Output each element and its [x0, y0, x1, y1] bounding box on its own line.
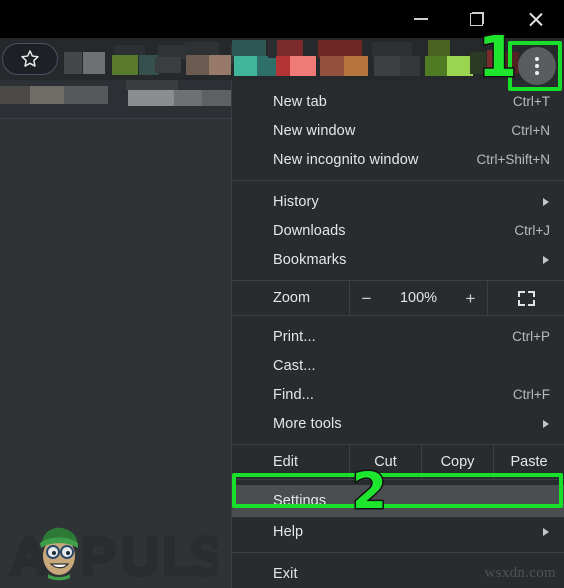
- blurred-bookmark-block: [232, 40, 266, 56]
- menu-label: History: [273, 193, 319, 210]
- zoom-controls: − 100% +: [349, 281, 488, 315]
- menu-label: Find...: [273, 386, 314, 403]
- chrome-main-menu: New tab Ctrl+T New window Ctrl+N New inc…: [231, 80, 564, 588]
- menu-label: More tools: [273, 415, 342, 432]
- close-icon: [527, 11, 544, 28]
- blurred-content-block: [128, 90, 174, 106]
- blurred-bookmark-block: [83, 52, 105, 74]
- appuals-logo: [8, 527, 218, 581]
- menu-label: Bookmarks: [273, 251, 347, 268]
- menu-item-cast[interactable]: Cast...: [232, 351, 564, 380]
- blurred-bookmark-block: [374, 56, 400, 76]
- menu-label: New tab: [273, 93, 327, 110]
- annotation-number-step2: 2: [351, 462, 389, 520]
- blurred-bookmark-block: [276, 56, 290, 76]
- menu-label: Downloads: [273, 222, 346, 239]
- blurred-bookmark-block: [234, 56, 258, 76]
- blurred-bookmark-block: [257, 56, 277, 76]
- blurred-bookmark-block: [425, 56, 447, 76]
- blurred-bookmark-block: [209, 55, 231, 75]
- blurred-content-block: [174, 90, 202, 106]
- menu-label: New incognito window: [273, 151, 419, 168]
- menu-item-more-tools[interactable]: More tools: [232, 409, 564, 438]
- blurred-bookmark-block: [64, 52, 82, 74]
- blurred-content-block: [30, 86, 64, 104]
- chevron-right-icon: [543, 255, 549, 264]
- menu-item-bookmarks[interactable]: Bookmarks: [232, 245, 564, 274]
- zoom-label: Zoom: [273, 290, 311, 306]
- minimize-icon: [414, 18, 428, 20]
- menu-label: Print...: [273, 328, 316, 345]
- menu-zoom-row: Zoom − 100% +: [232, 280, 564, 316]
- menu-accelerator: Ctrl+Shift+N: [476, 152, 550, 167]
- menu-item-find[interactable]: Find... Ctrl+F: [232, 380, 564, 409]
- restore-icon: [470, 12, 484, 26]
- menu-item-history[interactable]: History: [232, 187, 564, 216]
- fullscreen-button[interactable]: [488, 281, 564, 315]
- zoom-level-value: 100%: [399, 290, 438, 306]
- bookmark-star-button[interactable]: [2, 43, 58, 75]
- annotation-number-step1: 1: [477, 25, 519, 90]
- blurred-content-block: [126, 80, 178, 90]
- blurred-bookmark-block: [290, 56, 316, 76]
- annotation-box-step2: [232, 473, 563, 508]
- menu-label: Help: [273, 523, 304, 540]
- menu-item-help[interactable]: Help: [232, 517, 564, 546]
- menu-accelerator: Ctrl+P: [512, 329, 550, 344]
- fullscreen-icon: [517, 290, 535, 306]
- menu-label: New window: [273, 122, 356, 139]
- blurred-content-block: [202, 90, 232, 106]
- minimize-button[interactable]: [398, 0, 444, 38]
- close-button[interactable]: [512, 0, 558, 38]
- menu-item-new-window[interactable]: New window Ctrl+N: [232, 116, 564, 145]
- chevron-right-icon: [543, 197, 549, 206]
- blurred-bookmark-block: [320, 56, 344, 76]
- menu-label: Cast...: [273, 357, 316, 374]
- blurred-bookmark-block: [400, 56, 420, 76]
- star-icon: [21, 50, 39, 67]
- blurred-bookmark-block: [186, 55, 210, 75]
- blurred-content-block: [64, 86, 108, 104]
- menu-item-new-incognito-window[interactable]: New incognito window Ctrl+Shift+N: [232, 145, 564, 174]
- blurred-content-block: [0, 86, 30, 104]
- menu-accelerator: Ctrl+F: [512, 387, 550, 402]
- blurred-bookmark-block: [344, 56, 368, 76]
- zoom-out-button[interactable]: −: [359, 290, 375, 307]
- menu-accelerator: Ctrl+J: [514, 223, 550, 238]
- blurred-bookmark-block: [112, 55, 138, 75]
- blurred-bookmark-block: [155, 57, 181, 73]
- menu-accelerator: Ctrl+T: [512, 94, 550, 109]
- browser-screenshot: New tab Ctrl+T New window Ctrl+N New inc…: [0, 0, 564, 588]
- chevron-right-icon: [543, 419, 549, 428]
- chevron-right-icon: [543, 527, 549, 536]
- site-watermark: wsxdn.com: [484, 565, 556, 581]
- menu-item-downloads[interactable]: Downloads Ctrl+J: [232, 216, 564, 245]
- menu-accelerator: Ctrl+N: [511, 123, 550, 138]
- menu-item-print[interactable]: Print... Ctrl+P: [232, 322, 564, 351]
- menu-item-new-tab[interactable]: New tab Ctrl+T: [232, 87, 564, 116]
- menu-separator: [232, 552, 564, 553]
- zoom-in-button[interactable]: +: [463, 290, 479, 307]
- menu-separator: [232, 180, 564, 181]
